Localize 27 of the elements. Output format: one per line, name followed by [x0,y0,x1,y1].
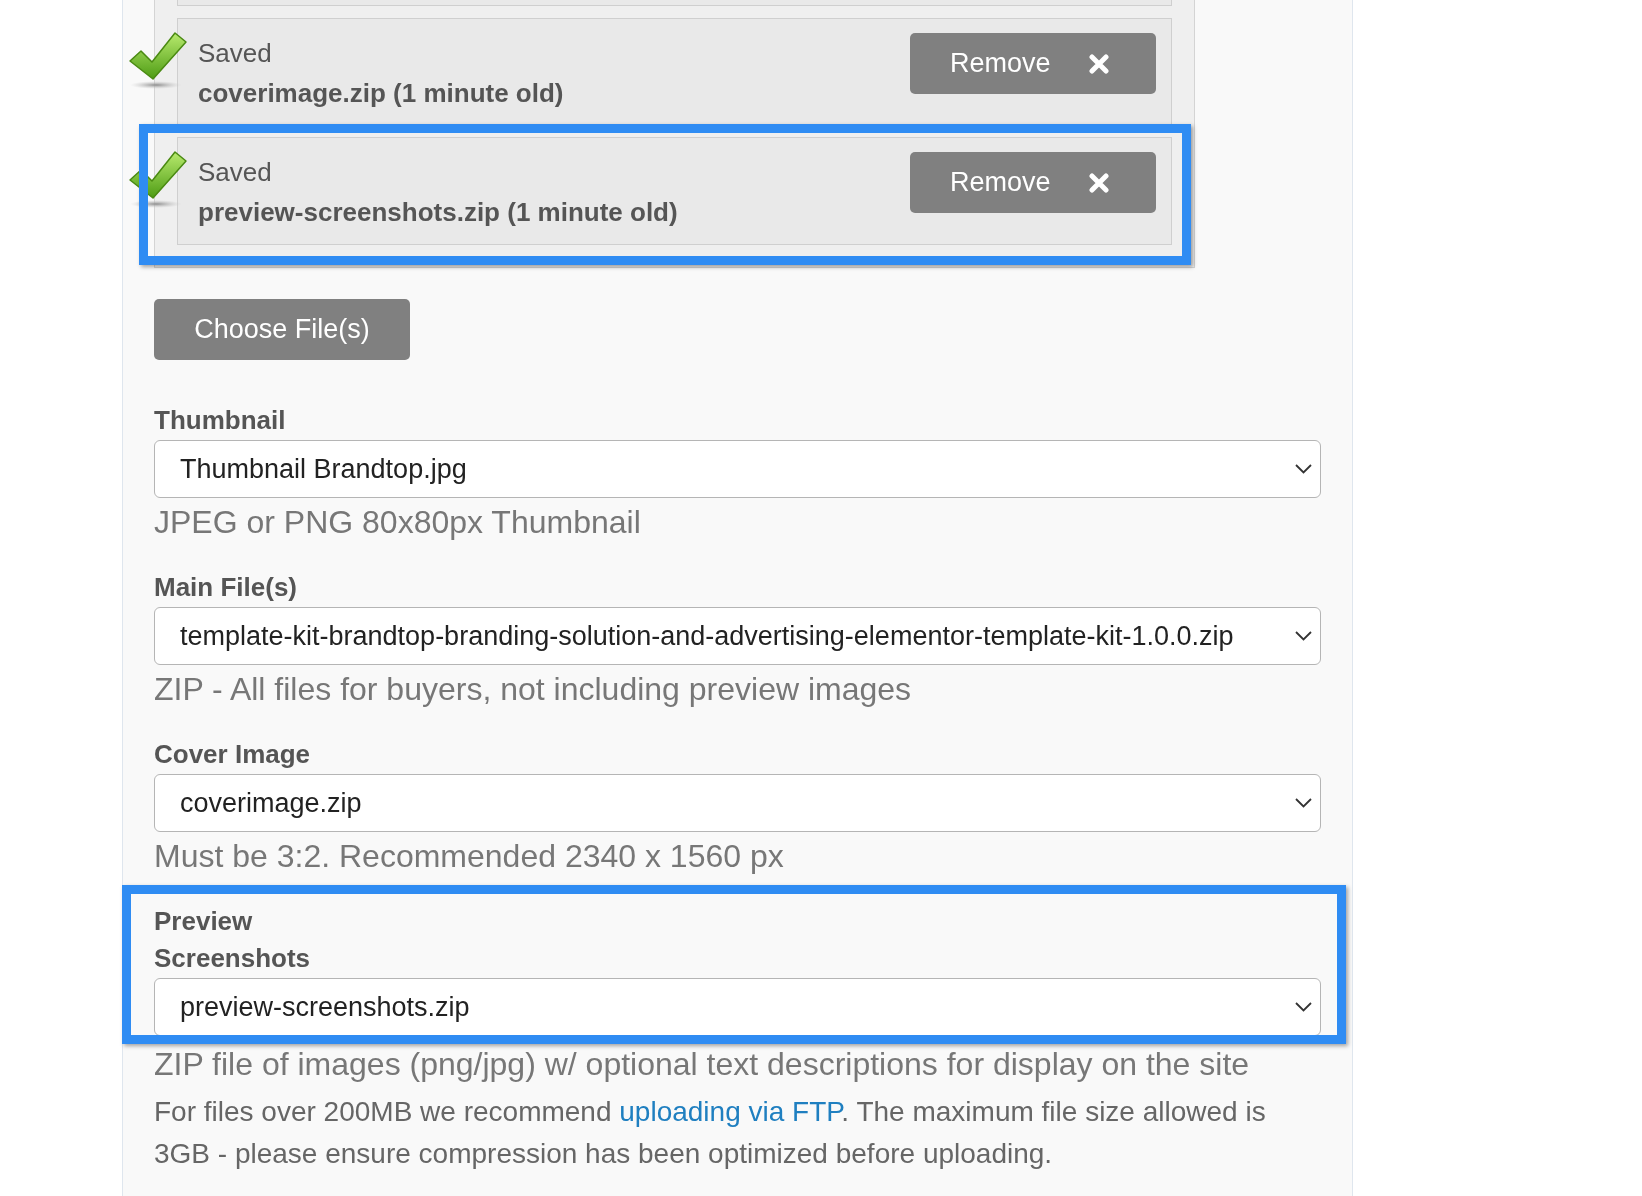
close-icon [1088,172,1109,193]
field-hint: ZIP file of images (png/jpg) w/ optional text descriptions for display on the site [154,1046,1251,1083]
field-hint: ZIP - All files for buyers, not including preview images [154,671,913,708]
ftp-link[interactable]: uploading via FTP [619,1096,842,1127]
file-select[interactable]: preview-screenshots.zip [154,978,1321,1036]
status-text: Saved [198,156,273,189]
remove-button[interactable]: Remove [910,152,1156,213]
field-label: Preview Screenshots [154,905,312,975]
chevron-down-icon [1295,464,1312,474]
field-hint: JPEG or PNG 80x80px Thumbnail [154,504,642,541]
chevron-down-icon [1295,1002,1312,1012]
field-hint: Must be 3:2. Recommended 2340 x 1560 px [154,838,785,875]
upload-note: For files over 200MB we recommend uploading via FTP. The maximum file size allowed is 3GB - please ensure compression has been optimized before uploading. [154,1095,1267,1171]
field-label: Cover Image [154,738,311,771]
chevron-down-icon [1295,631,1312,641]
close-icon [1088,53,1109,74]
chevron-down-icon [1295,798,1312,808]
field-label: Thumbnail [154,404,286,437]
file-name: coverimage.zip (1 minute old) [198,77,564,110]
field-label: Main File(s) [154,571,297,604]
file-select[interactable]: Thumbnail Brandtop.jpg [154,440,1321,498]
choose-files-button[interactable]: Choose File(s) [154,299,410,360]
remove-button[interactable]: Remove [910,33,1156,94]
file-select[interactable]: template-kit-brandtop-branding-solution-and-advertising-elementor-template-kit-1.0.0.zip [154,607,1321,665]
file-name: preview-screenshots.zip (1 minute old) [198,196,678,229]
status-text: Saved [198,37,273,70]
file-select[interactable]: coverimage.zip [154,774,1321,832]
